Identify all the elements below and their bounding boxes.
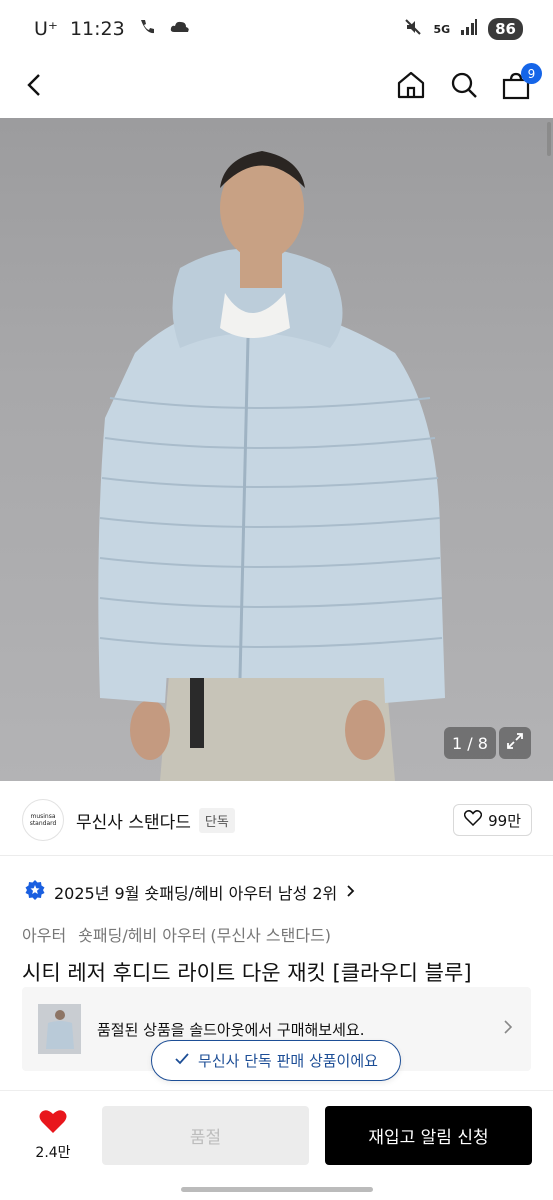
breadcrumb-subcategory[interactable]: 숏패딩/헤비 아우터 [78, 922, 206, 946]
heart-filled-icon [39, 1109, 67, 1138]
scrollbar-thumb[interactable] [547, 122, 551, 156]
chevron-right-icon [501, 1018, 515, 1040]
signal-icon [460, 18, 478, 41]
ranking-text: 2025년 9월 숏패딩/헤비 아우터 남성 2위 [54, 884, 338, 903]
top-navigation: 9 [0, 58, 553, 116]
model-wearing-jacket-image [98, 151, 445, 781]
ranking-link[interactable]: 2025년 9월 숏패딩/헤비 아우터 남성 2위 [24, 878, 357, 906]
exclusive-tag: 단독 [198, 807, 235, 833]
brand-like-count: 99만 [488, 811, 521, 830]
chevron-right-icon [345, 883, 357, 902]
brand-like-button[interactable]: 99만 [453, 804, 532, 836]
brand-row: musinsa standard 무신사 스탠다드 단독 99만 [22, 798, 532, 842]
favorite-button[interactable]: 2.4만 [22, 1109, 84, 1162]
product-thumbnail [38, 1004, 81, 1054]
network-label: 5G [433, 22, 451, 36]
brand-logo-line1: musinsa [30, 813, 56, 820]
breadcrumb-brand[interactable]: (무신사 스탠다드) [210, 922, 331, 946]
soldout-button[interactable]: 품절 [102, 1106, 309, 1165]
soldout-notice-text: 품절된 상품을 솔드아웃에서 구매해보세요. [97, 1020, 365, 1039]
heart-outline-icon [463, 810, 483, 830]
home-indicator[interactable] [181, 1187, 373, 1192]
cloud-icon [169, 17, 191, 42]
image-counter: 1 / 8 [444, 727, 496, 759]
product-image[interactable] [0, 118, 553, 781]
cart-count-badge: 9 [521, 63, 542, 84]
mute-icon [403, 17, 423, 42]
expand-icon [505, 731, 525, 755]
search-icon[interactable] [449, 70, 479, 104]
check-icon [174, 1052, 190, 1070]
carrier-label: U⁺ [34, 18, 58, 40]
ranking-badge-icon [24, 879, 46, 905]
favorite-count: 2.4만 [35, 1145, 71, 1161]
brand-logo-line2: standard [29, 820, 57, 827]
product-title: 시티 레저 후디드 라이트 다운 재킷 [클라우디 블루] [22, 961, 472, 985]
home-icon[interactable] [395, 69, 427, 105]
call-icon [137, 17, 157, 42]
battery-indicator: 86 [488, 18, 523, 40]
shopping-bag-icon [501, 72, 531, 105]
bottom-action-bar: 2.4만 품절 재입고 알림 신청 [0, 1090, 553, 1180]
brand-name[interactable]: 무신사 스탠다드 [76, 808, 191, 833]
back-icon[interactable] [20, 70, 50, 104]
expand-button[interactable] [499, 727, 531, 759]
restock-alert-button[interactable]: 재입고 알림 신청 [325, 1106, 532, 1165]
breadcrumb-category[interactable]: 아우터 [22, 922, 66, 946]
exclusive-sale-pill: 무신사 단독 판매 상품이에요 [151, 1040, 401, 1081]
exclusive-sale-text: 무신사 단독 판매 상품이에요 [198, 1052, 378, 1070]
section-divider [0, 855, 553, 856]
breadcrumb: 아우터 숏패딩/헤비 아우터 (무신사 스탠다드) [22, 922, 331, 946]
clock: 11:23 [69, 18, 125, 40]
status-bar: U⁺ 11:23 5G 86 [0, 0, 553, 58]
cart-button[interactable]: 9 [501, 63, 542, 105]
brand-logo[interactable]: musinsa standard [22, 799, 64, 841]
